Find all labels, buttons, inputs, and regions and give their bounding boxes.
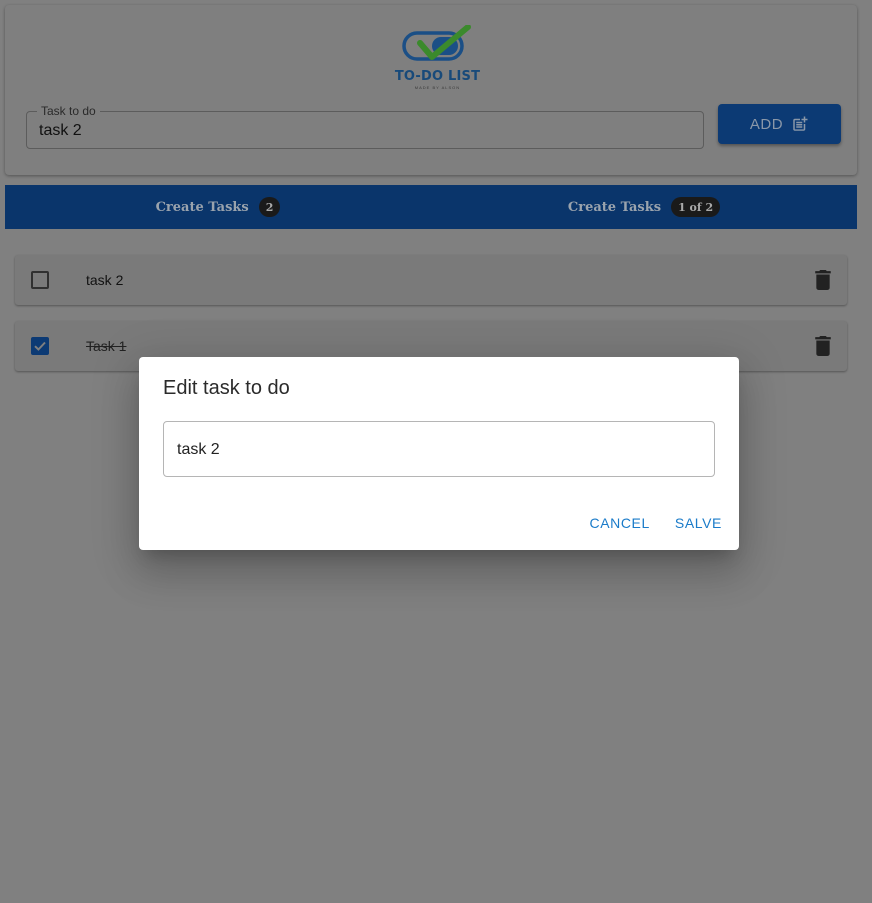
tab-create-tasks[interactable]: Create Tasks 2 bbox=[5, 185, 431, 229]
task-checkbox[interactable] bbox=[31, 337, 49, 355]
task-checkbox[interactable] bbox=[31, 271, 49, 289]
task-text: Task 1 bbox=[86, 338, 127, 354]
checkmark-toggle-icon bbox=[402, 24, 471, 61]
task-input-value[interactable]: task 2 bbox=[39, 122, 82, 140]
edit-task-dialog: Edit task to do task 2 CANCEL SALVE bbox=[139, 357, 739, 550]
delete-icon[interactable] bbox=[815, 336, 831, 356]
check-icon bbox=[34, 341, 46, 351]
task-text: task 2 bbox=[86, 272, 124, 288]
tab-completed-tasks[interactable]: Create Tasks 1 of 2 bbox=[431, 185, 857, 229]
edit-task-input[interactable]: task 2 bbox=[163, 421, 715, 477]
save-button[interactable]: SALVE bbox=[675, 515, 722, 531]
logo-subtitle: MADE BY ALSON bbox=[414, 85, 461, 90]
logo-title: TO-DO LIST bbox=[394, 69, 481, 84]
post-add-icon bbox=[793, 116, 808, 131]
dialog-actions: CANCEL SALVE bbox=[589, 515, 722, 531]
tab-badge: 2 bbox=[258, 197, 281, 217]
tab-label: Create Tasks bbox=[155, 199, 249, 215]
task-input[interactable]: Task to do task 2 bbox=[26, 104, 704, 149]
task-input-label: Task to do bbox=[37, 104, 100, 118]
tab-badge: 1 of 2 bbox=[671, 197, 721, 217]
cancel-button[interactable]: CANCEL bbox=[589, 515, 649, 531]
header-card: TO-DO LIST MADE BY ALSON Task to do task… bbox=[5, 5, 857, 175]
add-button[interactable]: ADD bbox=[718, 104, 841, 144]
delete-icon[interactable] bbox=[815, 270, 831, 290]
add-button-label: ADD bbox=[749, 115, 784, 133]
tabs-bar: Create Tasks 2 Create Tasks 1 of 2 bbox=[5, 185, 857, 229]
edit-task-input-value[interactable]: task 2 bbox=[177, 441, 220, 459]
tab-label: Create Tasks bbox=[567, 199, 662, 215]
app-logo: TO-DO LIST MADE BY ALSON bbox=[390, 24, 485, 93]
task-row: task 2 bbox=[15, 255, 847, 305]
dialog-title: Edit task to do bbox=[163, 377, 290, 399]
